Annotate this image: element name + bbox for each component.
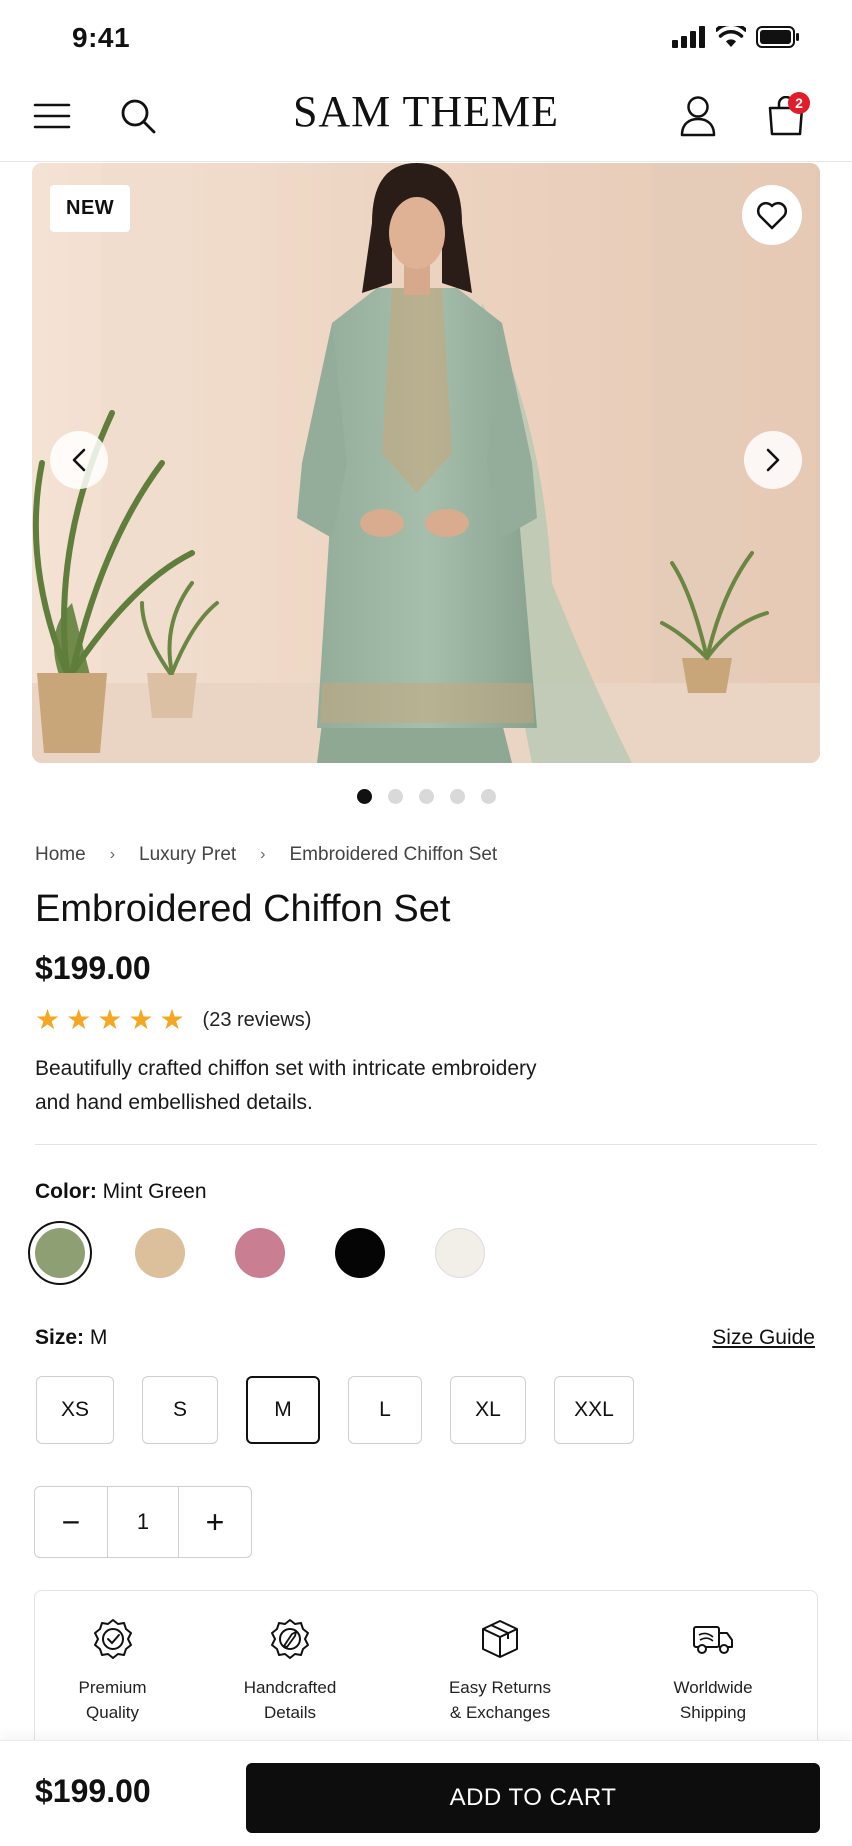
color-label: Color: Mint Green <box>35 1180 207 1204</box>
status-icons <box>672 26 800 48</box>
feature-highlights: Premium Quality Handcrafted Details Easy R… <box>34 1590 818 1750</box>
star-icon: ★ <box>128 1004 154 1035</box>
gallery-dot[interactable] <box>449 789 465 804</box>
quantity-value: 1 <box>107 1487 179 1557</box>
product-price: $199.00 <box>35 950 151 986</box>
sticky-add-to-cart-bar: $199.00 ADD TO CART <box>0 1740 852 1846</box>
star-icon: ★ <box>66 1004 92 1035</box>
breadcrumb-home[interactable]: Home <box>35 844 86 866</box>
chevron-left-icon <box>72 448 86 472</box>
size-option-s[interactable]: S <box>142 1376 218 1444</box>
feature-line: Handcrafted <box>243 1678 337 1697</box>
size-label: Size: M <box>35 1326 107 1350</box>
cart-button[interactable]: 2 <box>760 90 812 142</box>
gallery-dot[interactable] <box>480 789 496 804</box>
status-bar: 9:41 <box>0 0 852 72</box>
color-swatch-black[interactable] <box>335 1228 385 1278</box>
color-swatch-mint-green[interactable] <box>28 1221 92 1285</box>
size-option-xs[interactable]: XS <box>36 1376 114 1444</box>
new-badge: NEW <box>50 185 131 232</box>
quantity-stepper: − 1 + <box>34 1486 252 1558</box>
cart-count-badge: 2 <box>788 92 810 114</box>
color-swatch-beige[interactable] <box>135 1228 185 1278</box>
gallery-dot[interactable] <box>418 789 434 804</box>
size-guide-link[interactable]: Size Guide <box>712 1326 815 1350</box>
quantity-increase-button[interactable]: + <box>179 1487 251 1557</box>
color-swatch-rose[interactable] <box>235 1228 285 1278</box>
feature-line: Details <box>264 1703 316 1722</box>
breadcrumb-current: Embroidered Chiffon Set <box>289 844 498 865</box>
shipping-truck-icon <box>693 1626 733 1654</box>
product-rating[interactable]: ★ ★ ★ ★ ★ (23 reviews) <box>35 1006 311 1034</box>
color-swatch-ivory[interactable] <box>435 1228 485 1278</box>
feature-line: Worldwide <box>673 1678 753 1697</box>
size-option-xxl[interactable]: XXL <box>554 1376 634 1444</box>
color-label-title: Color: <box>35 1180 97 1203</box>
handcrafted-icon <box>271 1619 309 1659</box>
status-time: 9:41 <box>72 22 131 53</box>
wishlist-button[interactable] <box>742 185 802 245</box>
feature-line: Shipping <box>679 1703 747 1722</box>
returns-box-icon <box>482 1620 518 1658</box>
account-icon[interactable] <box>672 90 724 142</box>
divider <box>35 1144 817 1145</box>
next-image-button[interactable] <box>744 431 802 489</box>
feature-line: & Exchanges <box>449 1703 551 1722</box>
size-value: M <box>89 1326 108 1349</box>
signal-icon <box>672 26 705 48</box>
gallery-pagination <box>0 789 852 804</box>
gallery-dot[interactable] <box>356 789 372 804</box>
color-swatches <box>28 1221 485 1285</box>
feature-line: Premium <box>78 1678 147 1697</box>
premium-quality-icon <box>93 1619 132 1659</box>
size-options: XS S M L XL XXL <box>36 1376 634 1444</box>
feature-text: Handcrafted Details <box>244 1675 337 1725</box>
product-description: Beautifully crafted chiffon set with int… <box>35 1057 537 1114</box>
feature-text: Worldwide Shipping <box>673 1675 752 1725</box>
wifi-icon <box>716 26 746 47</box>
feature-line: Quality <box>86 1703 139 1722</box>
size-option-l[interactable]: L <box>348 1376 422 1444</box>
heart-icon <box>756 201 788 230</box>
app-header: SAM THEME 2 <box>0 72 852 162</box>
star-icon: ★ <box>35 1004 61 1035</box>
feature-text: Easy Returns & Exchanges <box>449 1675 551 1725</box>
size-option-m[interactable]: M <box>246 1376 320 1444</box>
feature-line: Easy Returns <box>448 1678 552 1697</box>
feature-easy-returns: Easy Returns & Exchanges <box>390 1591 610 1749</box>
feature-text: Premium Quality <box>78 1675 146 1725</box>
product-photo <box>32 163 820 763</box>
star-icon: ★ <box>159 1004 185 1035</box>
product-image-gallery[interactable]: NEW <box>32 163 820 763</box>
size-label-title: Size: <box>35 1326 85 1349</box>
product-title: Embroidered Chiffon Set <box>35 888 451 930</box>
battery-icon <box>756 26 799 48</box>
chevron-right-icon: › <box>109 846 116 863</box>
review-count[interactable]: (23 reviews) <box>203 1009 312 1032</box>
brand-logo[interactable]: SAM THEME <box>0 86 852 137</box>
add-to-cart-button[interactable]: ADD TO CART <box>246 1763 820 1833</box>
size-option-xl[interactable]: XL <box>450 1376 526 1444</box>
breadcrumb: Home › Luxury Pret › Embroidered Chiffon… <box>35 844 497 866</box>
gallery-dot[interactable] <box>387 789 403 804</box>
color-value: Mint Green <box>102 1180 207 1203</box>
star-icon: ★ <box>97 1004 123 1035</box>
feature-premium-quality: Premium Quality <box>35 1591 190 1749</box>
chevron-right-icon: › <box>260 846 266 863</box>
quantity-decrease-button[interactable]: − <box>35 1487 107 1557</box>
feature-handcrafted: Handcrafted Details <box>190 1591 390 1749</box>
prev-image-button[interactable] <box>50 431 108 489</box>
bottom-price: $199.00 <box>35 1773 151 1809</box>
feature-worldwide-shipping: Worldwide Shipping <box>610 1591 816 1749</box>
breadcrumb-category[interactable]: Luxury Pret <box>139 844 236 866</box>
chevron-right-icon <box>766 448 780 472</box>
